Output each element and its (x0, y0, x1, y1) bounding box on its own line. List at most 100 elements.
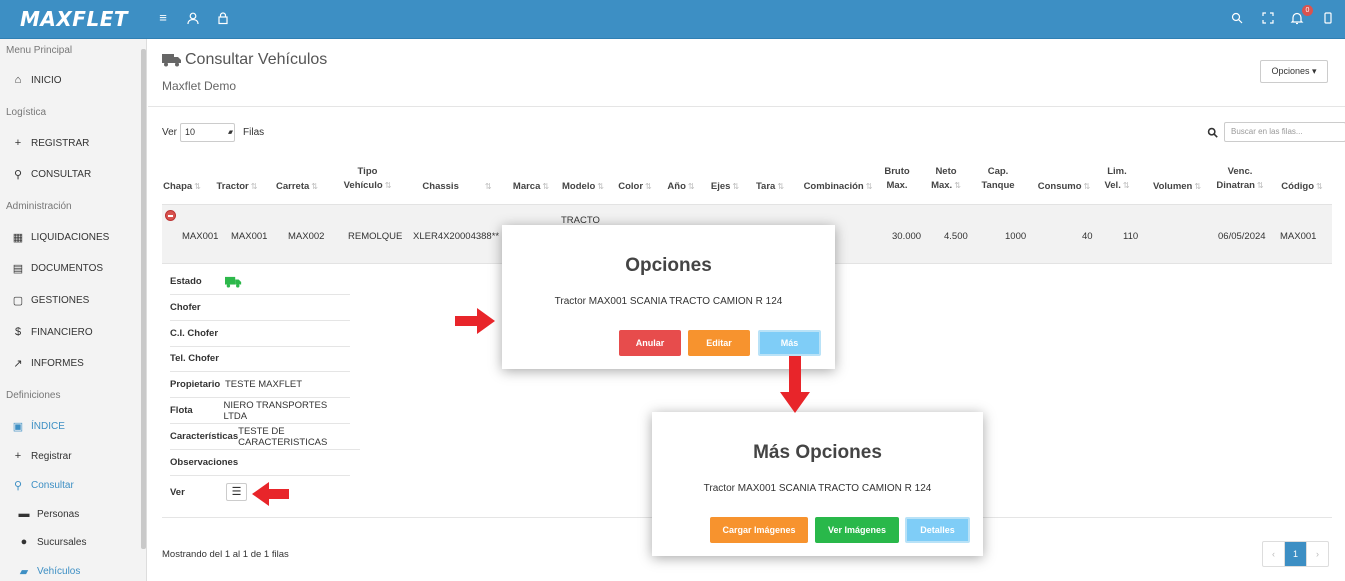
down-arrow-annotation-icon (780, 356, 810, 413)
sidebar-item-documentos[interactable]: ▤ DOCUMENTOS (0, 256, 141, 280)
cargar-imagenes-button[interactable]: Cargar Imágenes (710, 517, 808, 543)
top-navbar: MAXFLET ≡ 0 (0, 0, 1345, 39)
sidebar-item-registrar-def[interactable]: + Registrar (0, 444, 141, 468)
sidebar-item-label: INICIO (31, 74, 62, 86)
fullscreen-icon[interactable] (1261, 11, 1275, 25)
cell-lim: 110 (1123, 231, 1139, 242)
th-venc-dinatran[interactable]: Venc. Dinatran ⇅ (1212, 165, 1268, 193)
page-title: Consultar Vehículos (162, 51, 327, 69)
th-chapa[interactable]: Chapa ⇅ (162, 180, 202, 194)
sidebar-item-consultar-def[interactable]: ⚲ Consultar (0, 473, 141, 497)
sidebar-item-inicio[interactable]: ⌂ INICIO (0, 68, 141, 92)
app-logo[interactable]: MAXFLET (20, 7, 128, 31)
document-icon: ▤ (12, 262, 24, 275)
menu-toggle-icon[interactable]: ≡ (156, 11, 170, 25)
detalles-button[interactable]: Detalles (905, 517, 970, 543)
th-lim-vel[interactable]: Lim. Vel. ⇅ (1098, 165, 1136, 193)
detail-observaciones: Observaciones (170, 450, 350, 476)
th-combinacion[interactable]: Combinación ⇅ (796, 180, 880, 194)
th-chassis[interactable]: Chassis ⇅ (412, 180, 502, 194)
search-icon[interactable] (1230, 11, 1244, 25)
th-tara[interactable]: Tara ⇅ (750, 180, 790, 194)
page-header: Consultar Vehículos Maxflet Demo Opcione… (148, 39, 1345, 107)
ver-imagenes-button[interactable]: Ver Imágenes (815, 517, 899, 543)
mas-button[interactable]: Más (758, 330, 821, 356)
sidebar-item-indice[interactable]: ▣ ÍNDICE (0, 414, 141, 438)
th-ano[interactable]: Año ⇅ (662, 180, 700, 194)
sidebar-section-logistica: Logística (6, 107, 47, 118)
th-consumo[interactable]: Consumo ⇅ (1035, 180, 1093, 194)
cell-chassis: XLER4X20004388** (413, 231, 500, 242)
th-volumen[interactable]: Volumen ⇅ (1146, 180, 1208, 194)
showing-rows-text: Mostrando del 1 al 1 de 1 filas (162, 549, 289, 560)
sidebar-item-liquidaciones[interactable]: ▦ LIQUIDACIONES (0, 225, 141, 249)
dollar-icon: $ (14, 326, 22, 338)
th-ejes[interactable]: Ejes ⇅ (706, 180, 744, 194)
table-controls: Ver 10 Filas (162, 123, 264, 142)
sidebar-item-label: ÍNDICE (31, 420, 65, 432)
th-codigo[interactable]: Código ⇅ (1272, 180, 1332, 194)
search-input[interactable]: Buscar en las filas... (1224, 122, 1345, 142)
next-page-button[interactable]: › (1307, 542, 1328, 566)
cell-consumo: 40 (1082, 231, 1093, 242)
book-icon: ▣ (12, 420, 24, 433)
th-modelo[interactable]: Modelo ⇅ (556, 180, 610, 194)
list-icon-button[interactable]: ☰ (226, 483, 247, 501)
sidebar-scrollbar[interactable] (141, 49, 146, 549)
cell-venc: 06/05/2024 (1218, 231, 1266, 242)
th-marca[interactable]: Marca ⇅ (508, 180, 554, 194)
pagination: ‹ 1 › (1262, 541, 1329, 567)
chart-icon: ↗ (13, 357, 23, 370)
user-icon[interactable] (186, 11, 200, 25)
id-card-icon: ▬ (18, 508, 30, 520)
detail-label: Flota (170, 405, 193, 416)
cell-tipo: REMOLQUE (348, 231, 403, 242)
cell-carreta: MAX002 (288, 231, 325, 242)
opciones-dropdown-button[interactable]: Opciones ▾ (1260, 60, 1328, 83)
sidebar-item-registrar[interactable]: + REGISTRAR (0, 131, 141, 155)
note-icon: ▢ (12, 294, 24, 307)
sidebar-item-label: Vehículos (37, 565, 81, 577)
modal-text: Tractor MAX001 SCANIA TRACTO CAMION R 12… (703, 483, 932, 494)
left-arrow-annotation-icon (252, 482, 289, 506)
th-neto-max[interactable]: Neto Max. ⇅ (926, 165, 966, 193)
th-color[interactable]: Color ⇅ (614, 180, 656, 194)
sidebar-section-administracion: Administración (6, 201, 72, 212)
detail-ci-chofer: C.I. Chofer (170, 321, 350, 347)
rows-per-page-select[interactable]: 10 (180, 123, 236, 142)
sidebar-item-informes[interactable]: ↗ INFORMES (0, 351, 141, 375)
collapse-row-icon[interactable] (165, 210, 176, 221)
search-icon: ⚲ (13, 479, 23, 492)
th-carreta[interactable]: Carreta ⇅ (272, 180, 322, 194)
editar-button[interactable]: Editar (688, 330, 750, 356)
truck-status-icon (225, 276, 242, 288)
sidebar-item-personas[interactable]: ▬ Personas (0, 502, 141, 526)
detail-label: Propietario (170, 379, 221, 390)
cell-neto: 4.500 (944, 231, 968, 242)
lock-icon[interactable] (216, 11, 230, 25)
th-tractor[interactable]: Tractor ⇅ (212, 180, 262, 194)
th-tipo-vehiculo[interactable]: Tipo Vehículo ⇅ (340, 165, 395, 193)
sidebar-item-financiero[interactable]: $ FINANCIERO (0, 320, 141, 344)
anular-button[interactable]: Anular (619, 330, 681, 356)
prev-page-button[interactable]: ‹ (1263, 542, 1284, 566)
detail-label: C.I. Chofer (170, 328, 219, 339)
notification-badge: 0 (1302, 5, 1313, 16)
detail-value: TESTE DE CARACTERISTICAS (238, 425, 328, 448)
panel-toggle-icon[interactable] (1321, 11, 1335, 25)
modal-title: Más Opciones (753, 442, 882, 463)
th-bruto-max[interactable]: Bruto Max. (880, 165, 914, 193)
table-search: Buscar en las filas... (1207, 122, 1345, 142)
sidebar-item-vehiculos[interactable]: ▰ Vehículos (0, 559, 141, 581)
page-button-1[interactable]: 1 (1284, 542, 1307, 566)
sidebar-item-label: LIQUIDACIONES (31, 231, 110, 243)
th-cap-tanque[interactable]: Cap. Tanque (980, 165, 1016, 193)
sidebar-item-label: Sucursales (37, 536, 87, 548)
detail-value: NIERO TRANSPORTES LTDA (223, 399, 328, 422)
sidebar-item-label: Registrar (31, 450, 72, 462)
sidebar-item-consultar[interactable]: ⚲ CONSULTAR (0, 162, 141, 186)
sidebar-item-sucursales[interactable]: ● Sucursales (0, 530, 141, 554)
detail-label: Chofer (170, 302, 201, 313)
table-header: Chapa ⇅ Tractor ⇅ Carreta ⇅ Tipo Vehículo ⇅ … (162, 159, 1332, 204)
sidebar-item-gestiones[interactable]: ▢ GESTIONES (0, 288, 141, 312)
